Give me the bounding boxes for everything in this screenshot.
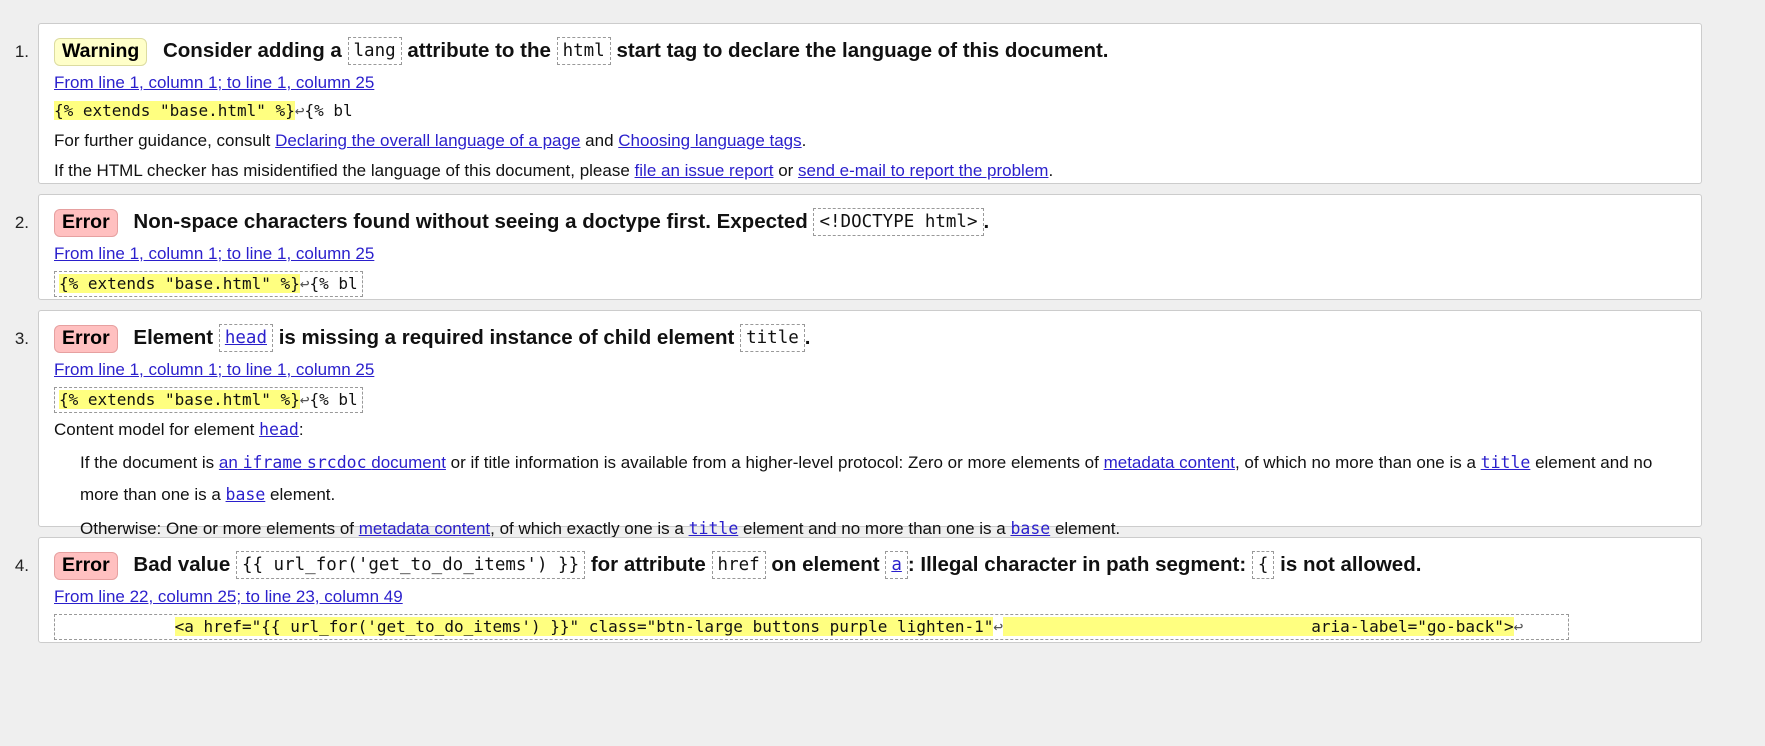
report-text: . bbox=[1048, 161, 1054, 180]
extract-highlight: {% extends "base.html" %} bbox=[59, 390, 300, 409]
headline-text: : Illegal character in path segment: bbox=[907, 553, 1247, 576]
source-extract: {% extends "base.html" %}↩{% bl bbox=[54, 387, 363, 413]
headline-text: . bbox=[804, 326, 811, 349]
message-number: 4. bbox=[14, 556, 29, 575]
extract-tail: {% bl bbox=[304, 101, 353, 120]
message-headline: Error Element head is missing a required… bbox=[54, 324, 1687, 353]
report-text: If the HTML checker has misidentified th… bbox=[54, 161, 630, 180]
location-link[interactable]: From line 1, column 1; to line 1, column… bbox=[54, 73, 374, 92]
error-badge: Error bbox=[54, 325, 118, 353]
metadata-content-link[interactable]: metadata content bbox=[1104, 453, 1235, 472]
headline-code: {{ url_for('get_to_do_items') }} bbox=[235, 551, 586, 579]
content-model-item-1: If the document is an iframe srcdoc docu… bbox=[80, 447, 1687, 511]
guidance-link-tags[interactable]: Choosing language tags bbox=[618, 131, 801, 150]
line-feed-icon: ↩ bbox=[1513, 617, 1524, 636]
base-element-link[interactable]: base bbox=[226, 485, 266, 504]
content-model-heading: Content model for element head: bbox=[54, 419, 1687, 441]
guidance-text: and bbox=[585, 131, 614, 150]
title-element-link[interactable]: title bbox=[689, 519, 739, 538]
message-item-1: 1. Warning Consider adding a lang attrib… bbox=[15, 23, 1702, 184]
source-extract: {% extends "base.html" %}↩{% bl bbox=[54, 271, 363, 297]
source-extract: <a href="{{ url_for('get_to_do_items') }… bbox=[54, 614, 1569, 640]
message-headline: Error Non-space characters found without… bbox=[54, 208, 1687, 237]
headline-text: Non-space characters found without seein… bbox=[133, 210, 808, 233]
source-extract: {% extends "base.html" %}↩{% bl bbox=[54, 100, 353, 122]
base-element-link[interactable]: base bbox=[1010, 519, 1050, 538]
guidance-text: For further guidance, consult bbox=[54, 131, 271, 150]
message-number: 3. bbox=[14, 329, 29, 348]
title-element-link[interactable]: title bbox=[1481, 453, 1531, 472]
content-model-text: If the document is bbox=[80, 453, 215, 472]
headline-text: is not allowed. bbox=[1280, 553, 1422, 576]
headline-code: head bbox=[218, 324, 273, 352]
content-model-text: element. bbox=[1054, 519, 1121, 538]
send-email-link[interactable]: send e-mail to report the problem bbox=[798, 161, 1048, 180]
guidance-link-language[interactable]: Declaring the overall language of a page bbox=[275, 131, 580, 150]
message-item-2: 2. Error Non-space characters found with… bbox=[15, 194, 1702, 300]
headline-text: Bad value bbox=[133, 553, 231, 576]
content-model-text: Otherwise: One or more elements of bbox=[80, 519, 355, 538]
extract-tail: {% bl bbox=[309, 274, 358, 293]
headline-text: Element bbox=[133, 326, 214, 349]
guidance-text: . bbox=[801, 131, 807, 150]
message-headline: Warning Consider adding a lang attribute… bbox=[54, 37, 1687, 66]
headline-text: on element bbox=[771, 553, 880, 576]
content-model-text: element. bbox=[270, 485, 336, 504]
headline-code: title bbox=[740, 324, 805, 352]
message-headline: Error Bad value {{ url_for('get_to_do_it… bbox=[54, 551, 1687, 580]
report-text: or bbox=[778, 161, 794, 180]
content-model-text: , of which exactly one is a bbox=[490, 519, 684, 538]
message-item-3: 3. Error Element head is missing a requi… bbox=[15, 310, 1702, 538]
headline-text: . bbox=[983, 210, 990, 233]
extract-highlight-2: aria-label="go-back"> bbox=[1311, 617, 1514, 636]
iframe-srcdoc-link[interactable]: an iframe srcdoc document bbox=[219, 453, 446, 472]
element-a-link[interactable]: a bbox=[891, 555, 902, 575]
content-model-text: Content model for element bbox=[54, 420, 255, 439]
report-paragraph: If the HTML checker has misidentified th… bbox=[54, 160, 1687, 182]
content-model-element-link[interactable]: head bbox=[259, 420, 299, 439]
extract-highlight: {% extends "base.html" %} bbox=[54, 101, 295, 120]
extract-tail: {% bl bbox=[309, 390, 358, 409]
error-badge: Error bbox=[54, 209, 118, 237]
line-feed-icon: ↩ bbox=[993, 617, 1004, 636]
file-issue-link[interactable]: file an issue report bbox=[635, 161, 774, 180]
headline-text: attribute to the bbox=[407, 39, 551, 62]
error-badge: Error bbox=[54, 552, 118, 580]
extract-highlight: {% extends "base.html" %} bbox=[59, 274, 300, 293]
extract-indent bbox=[59, 617, 175, 636]
content-model-text: element and no more than one is a bbox=[742, 519, 1006, 538]
content-model-text: or if title information is available fro… bbox=[450, 453, 1099, 472]
content-model-text: , of which no more than one is a bbox=[1234, 453, 1476, 472]
location-link[interactable]: From line 22, column 25; to line 23, col… bbox=[54, 587, 403, 606]
headline-code: <!DOCTYPE html> bbox=[813, 208, 984, 236]
location-link[interactable]: From line 1, column 1; to line 1, column… bbox=[54, 360, 374, 379]
element-head-link[interactable]: head bbox=[225, 328, 267, 348]
location-link[interactable]: From line 1, column 1; to line 1, column… bbox=[54, 244, 374, 263]
extract-highlight-middle bbox=[1003, 617, 1312, 636]
message-number: 2. bbox=[14, 213, 29, 232]
headline-text: Consider adding a bbox=[162, 39, 342, 62]
headline-text: is missing a required instance of child … bbox=[278, 326, 735, 349]
extract-highlight: <a href="{{ url_for('get_to_do_items') }… bbox=[174, 617, 994, 636]
headline-code: html bbox=[556, 37, 611, 65]
headline-text: start tag to declare the language of thi… bbox=[616, 39, 1109, 62]
headline-code: { bbox=[1251, 551, 1275, 579]
headline-code: lang bbox=[347, 37, 402, 65]
guidance-paragraph: For further guidance, consult Declaring … bbox=[54, 130, 1687, 152]
content-model-text: : bbox=[298, 420, 304, 439]
headline-code: a bbox=[885, 551, 908, 579]
message-number: 1. bbox=[14, 42, 29, 61]
warning-badge: Warning bbox=[54, 38, 148, 66]
metadata-content-link[interactable]: metadata content bbox=[359, 519, 490, 538]
headline-code: href bbox=[711, 551, 766, 579]
message-item-4: 4. Error Bad value {{ url_for('get_to_do… bbox=[15, 537, 1702, 643]
headline-text: for attribute bbox=[590, 553, 706, 576]
